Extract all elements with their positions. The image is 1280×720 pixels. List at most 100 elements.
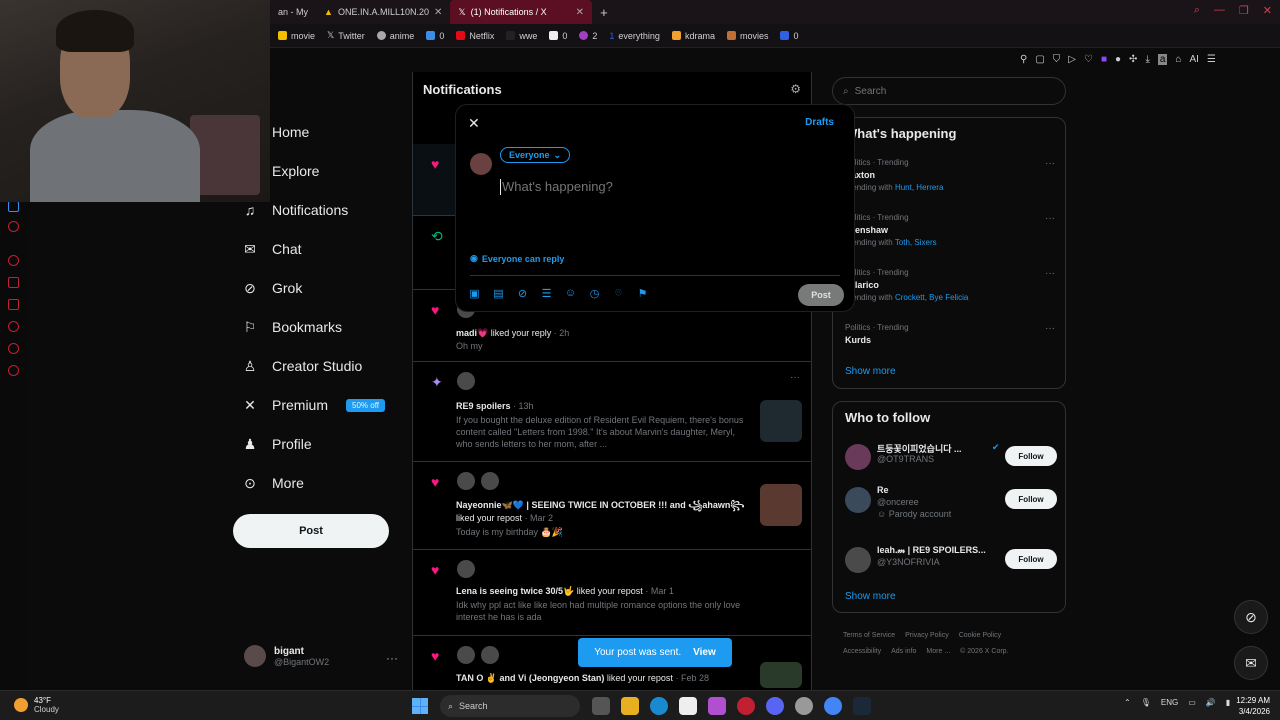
battery-icon[interactable]: ▮ xyxy=(1226,698,1230,707)
tab-notifications[interactable]: 𝕏 (1) Notifications / X ✕ xyxy=(450,0,593,24)
maximize-icon[interactable]: ❐ xyxy=(1239,4,1249,17)
ai-button[interactable]: AI xyxy=(1189,54,1198,65)
search-icon[interactable]: ⌕ xyxy=(1194,4,1200,17)
footer-link[interactable]: Terms of Service xyxy=(843,632,895,639)
post-thumbnail[interactable] xyxy=(760,400,802,442)
tab-2[interactable]: ▲ ONE.IN.A.MILL10N.20 ✕ xyxy=(316,0,450,24)
compose-post-button[interactable]: Post xyxy=(798,284,844,306)
bookmark-item[interactable]: 1 everything xyxy=(609,31,660,41)
nav-profile[interactable]: ♟ Profile xyxy=(242,436,312,452)
schedule-icon[interactable]: ◷ xyxy=(588,287,601,300)
post-thumbnail[interactable] xyxy=(760,662,802,688)
nav-creator-studio[interactable]: ♙ Creator Studio xyxy=(242,358,363,374)
post-button[interactable]: Post xyxy=(233,514,389,548)
side-bookmark-icon[interactable] xyxy=(8,299,19,310)
profile-icon[interactable]: a xyxy=(1157,54,1168,65)
chrome-icon[interactable] xyxy=(824,697,842,715)
more-icon[interactable]: ··· xyxy=(1045,323,1055,334)
trend-item[interactable]: Politics · Trending Crenshaw Trending wi… xyxy=(845,213,1055,247)
bookmark-item[interactable]: 0 xyxy=(426,31,444,41)
nav-notifications[interactable]: ♫ Notifications xyxy=(242,202,349,218)
bookmark-item[interactable]: wwe xyxy=(506,31,537,41)
copilot-icon[interactable] xyxy=(708,697,726,715)
footer-link[interactable]: Privacy Policy xyxy=(905,632,949,639)
emoji-icon[interactable]: ☺ xyxy=(564,287,577,300)
puzzle-icon[interactable]: ✣ xyxy=(1129,54,1137,65)
clock[interactable]: 12:29 AM 3/4/2026 xyxy=(1236,695,1270,717)
heart-icon[interactable]: ♡ xyxy=(1084,54,1093,65)
trend-item[interactable]: Politics · Trending Kurds ··· xyxy=(845,323,1055,345)
play-icon[interactable]: ▷ xyxy=(1068,54,1076,65)
nav-home[interactable]: Home xyxy=(272,124,309,140)
more-icon[interactable]: ··· xyxy=(1045,158,1055,169)
bookmark-item[interactable]: 0 xyxy=(780,31,798,41)
show-more-link[interactable]: Show more xyxy=(845,366,896,377)
windows-start-icon[interactable] xyxy=(412,698,428,714)
nav-chat[interactable]: ✉ Chat xyxy=(242,241,301,257)
flag-icon[interactable]: ⚑ xyxy=(636,287,649,300)
footer-link[interactable]: Cookie Policy xyxy=(959,632,1001,639)
side-app-icon[interactable] xyxy=(8,221,19,232)
compose-input[interactable] xyxy=(500,179,830,195)
task-view-icon[interactable] xyxy=(592,697,610,715)
trend-item[interactable]: Politics · Trending Talarico Trending wi… xyxy=(845,268,1055,302)
pin-icon[interactable]: ⚲ xyxy=(1020,54,1027,65)
display-icon[interactable]: ▭ xyxy=(1188,698,1196,707)
nav-more[interactable]: ⊙ More xyxy=(242,475,304,491)
download-icon[interactable]: ⤓ xyxy=(1145,54,1149,65)
obs-icon[interactable] xyxy=(795,697,813,715)
more-icon[interactable]: ··· xyxy=(1045,268,1055,279)
follow-button[interactable]: Follow xyxy=(1005,446,1057,466)
bookmark-item[interactable]: movie xyxy=(278,31,315,41)
notification-row[interactable]: ♥ Lena is seeing twice 30/5🤟 liked your … xyxy=(413,550,812,636)
edge-icon[interactable] xyxy=(650,697,668,715)
nav-explore[interactable]: Explore xyxy=(272,163,319,179)
toast-view-link[interactable]: View xyxy=(693,647,716,658)
nav-bookmarks[interactable]: ⚐ Bookmarks xyxy=(242,319,342,335)
extension-s-icon[interactable]: ● xyxy=(1115,54,1121,65)
bookmark-item[interactable]: movies xyxy=(726,31,768,41)
bookmark-item[interactable]: Netflix xyxy=(456,31,494,41)
tab-1[interactable]: an - My xyxy=(270,0,316,24)
footer-link[interactable]: Ads info xyxy=(891,648,916,655)
bookmark-item[interactable]: 0 xyxy=(549,31,567,41)
side-play-icon[interactable] xyxy=(8,277,19,288)
follow-suggestion[interactable]: Re @onceree ☺ Parody account Follow xyxy=(845,485,1057,527)
chevron-up-icon[interactable]: ⌃ xyxy=(1124,698,1131,707)
grok-floating-button[interactable]: ⊘ xyxy=(1234,600,1268,634)
weather-widget[interactable]: 43°F Cloudy xyxy=(14,696,59,714)
audience-selector[interactable]: Everyone ⌄ xyxy=(500,147,571,163)
taskbar-search[interactable]: ⌕ Search xyxy=(440,695,580,717)
trend-item[interactable]: Politics · Trending Paxton Trending with… xyxy=(845,158,1055,192)
bookmark-item[interactable]: 2 xyxy=(579,31,597,41)
nav-grok[interactable]: ⊘ Grok xyxy=(242,280,302,296)
poll-icon[interactable]: ☰ xyxy=(540,287,553,300)
file-explorer-icon[interactable] xyxy=(621,697,639,715)
close-tab-icon[interactable]: ✕ xyxy=(434,7,442,18)
screenshot-icon[interactable]: ▢ xyxy=(1035,54,1044,65)
discord-icon[interactable] xyxy=(766,697,784,715)
search-input[interactable]: ⌕ Search xyxy=(832,77,1066,105)
follow-button[interactable]: Follow xyxy=(1005,489,1057,509)
bookmark-item[interactable]: anime xyxy=(376,31,414,41)
account-switcher[interactable]: bigant @BigantOW2 ··· xyxy=(244,645,398,667)
notification-row[interactable]: ♥ Nayeonnie🦋💙 | SEEING TWICE IN OCTOBER … xyxy=(413,462,812,550)
media-icon[interactable]: ▣ xyxy=(468,287,481,300)
nav-premium[interactable]: ✕ Premium 50% off xyxy=(242,397,385,413)
more-icon[interactable]: ··· xyxy=(790,372,800,383)
show-more-link[interactable]: Show more xyxy=(845,591,896,602)
bookmark-item[interactable]: kdrama xyxy=(671,31,715,41)
footer-link[interactable]: More ... xyxy=(926,648,950,655)
grok-icon[interactable]: ⊘ xyxy=(516,287,529,300)
reply-setting[interactable]: ◉ Everyone can reply xyxy=(470,253,564,264)
post-thumbnail[interactable] xyxy=(760,484,802,526)
sidebar-icon[interactable]: ⌂ xyxy=(1175,54,1181,65)
messages-floating-button[interactable]: ✉ xyxy=(1234,646,1268,680)
store-icon[interactable] xyxy=(679,697,697,715)
opera-icon[interactable] xyxy=(737,697,755,715)
volume-icon[interactable]: 🔊 xyxy=(1206,698,1216,707)
twitch-icon[interactable]: ■ xyxy=(1101,54,1107,65)
close-window-icon[interactable]: ✕ xyxy=(1263,4,1272,17)
footer-link[interactable]: Accessibility xyxy=(843,648,881,655)
account-more-icon[interactable]: ··· xyxy=(386,651,398,665)
